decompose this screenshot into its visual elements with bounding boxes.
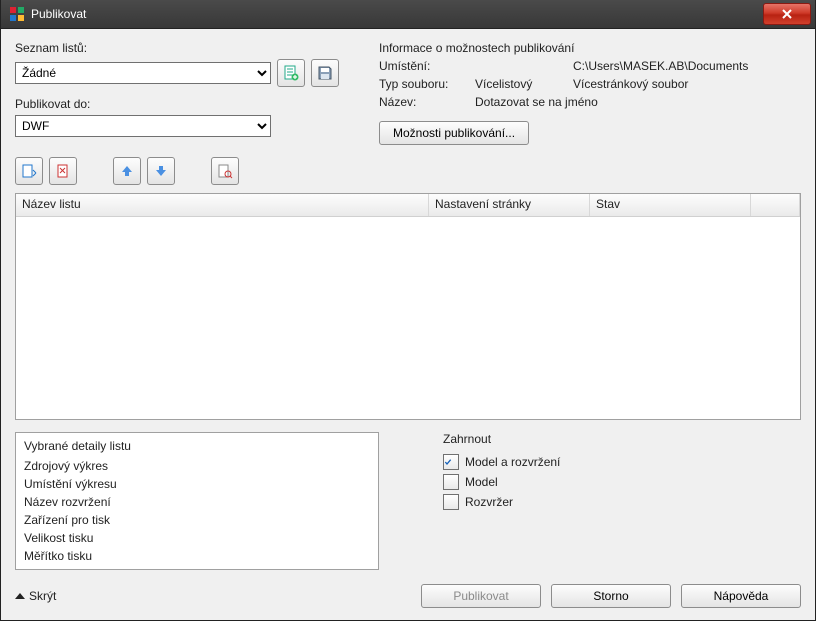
triangle-up-icon [15, 593, 25, 599]
hide-details-toggle[interactable]: Skrýt [15, 589, 56, 603]
details-source: Zdrojový výkres [24, 459, 370, 473]
col-spacer [751, 194, 800, 216]
filetype-value-2: Vícestránkový soubor [573, 77, 801, 91]
move-up-button[interactable] [113, 157, 141, 185]
titlebar: Publikovat [1, 0, 815, 29]
publish-button[interactable]: Publikovat [421, 584, 541, 608]
include-layouts-checkbox[interactable] [443, 494, 459, 510]
remove-sheets-button[interactable] [49, 157, 77, 185]
window-title: Publikovat [31, 7, 763, 21]
add-sheet-button[interactable] [277, 59, 305, 87]
publish-options-button[interactable]: Možnosti publikování... [379, 121, 529, 145]
include-opt2-label: Model [465, 475, 498, 489]
hide-label: Skrýt [29, 589, 56, 603]
details-size: Velikost tisku [24, 531, 370, 545]
cancel-button[interactable]: Storno [551, 584, 671, 608]
info-grid: Umístění: C:\Users\MASEK.AB\Documents Ty… [379, 59, 801, 109]
save-list-button[interactable] [311, 59, 339, 87]
grid-body[interactable] [16, 217, 800, 419]
name-value: Dotazovat se na jméno [475, 95, 801, 109]
sheet-grid[interactable]: Název listu Nastavení stránky Stav [15, 193, 801, 420]
include-opt1-label: Model a rozvržení [465, 455, 560, 469]
details-device: Zařízení pro tisk [24, 513, 370, 527]
preview-button[interactable] [211, 157, 239, 185]
include-opt3-label: Rozvržer [465, 495, 513, 509]
col-page-setup[interactable]: Nastavení stránky [429, 194, 590, 216]
include-model-and-layouts-checkbox[interactable] [443, 454, 459, 470]
publish-to-select[interactable]: DWF [15, 115, 271, 137]
include-heading: Zahrnout [443, 432, 801, 446]
publish-to-label: Publikovat do: [15, 97, 361, 111]
location-key: Umístění: [379, 59, 471, 73]
details-scale: Měřítko tisku [24, 549, 370, 563]
grid-header: Název listu Nastavení stránky Stav [16, 194, 800, 217]
include-panel: Zahrnout Model a rozvržení Model Rozvrže… [397, 432, 801, 570]
footer: Skrýt Publikovat Storno Nápověda [15, 584, 801, 608]
location-value: C:\Users\MASEK.AB\Documents [573, 59, 801, 73]
info-heading: Informace o možnostech publikování [379, 41, 801, 55]
col-status[interactable]: Stav [590, 194, 751, 216]
sheet-list-select[interactable]: Žádné [15, 62, 271, 84]
help-button[interactable]: Nápověda [681, 584, 801, 608]
move-down-button[interactable] [147, 157, 175, 185]
details-panel: Vybrané detaily listu Zdrojový výkres Um… [15, 432, 379, 570]
col-sheet-name[interactable]: Název listu [16, 194, 429, 216]
filetype-value-1: Vícelistový [475, 77, 569, 91]
client-area: Seznam listů: Žádné Publikovat do: DWF [1, 29, 815, 620]
close-button[interactable] [763, 3, 811, 25]
name-key: Název: [379, 95, 471, 109]
app-icon [9, 6, 25, 22]
details-location: Umístění výkresu [24, 477, 370, 491]
details-title: Vybrané detaily listu [24, 439, 370, 453]
include-model-checkbox[interactable] [443, 474, 459, 490]
add-sheets-button[interactable] [15, 157, 43, 185]
sheet-list-label: Seznam listů: [15, 41, 361, 55]
details-layout: Název rozvržení [24, 495, 370, 509]
publish-dialog: Publikovat Seznam listů: Žádné [0, 0, 816, 621]
filetype-key: Typ souboru: [379, 77, 471, 91]
